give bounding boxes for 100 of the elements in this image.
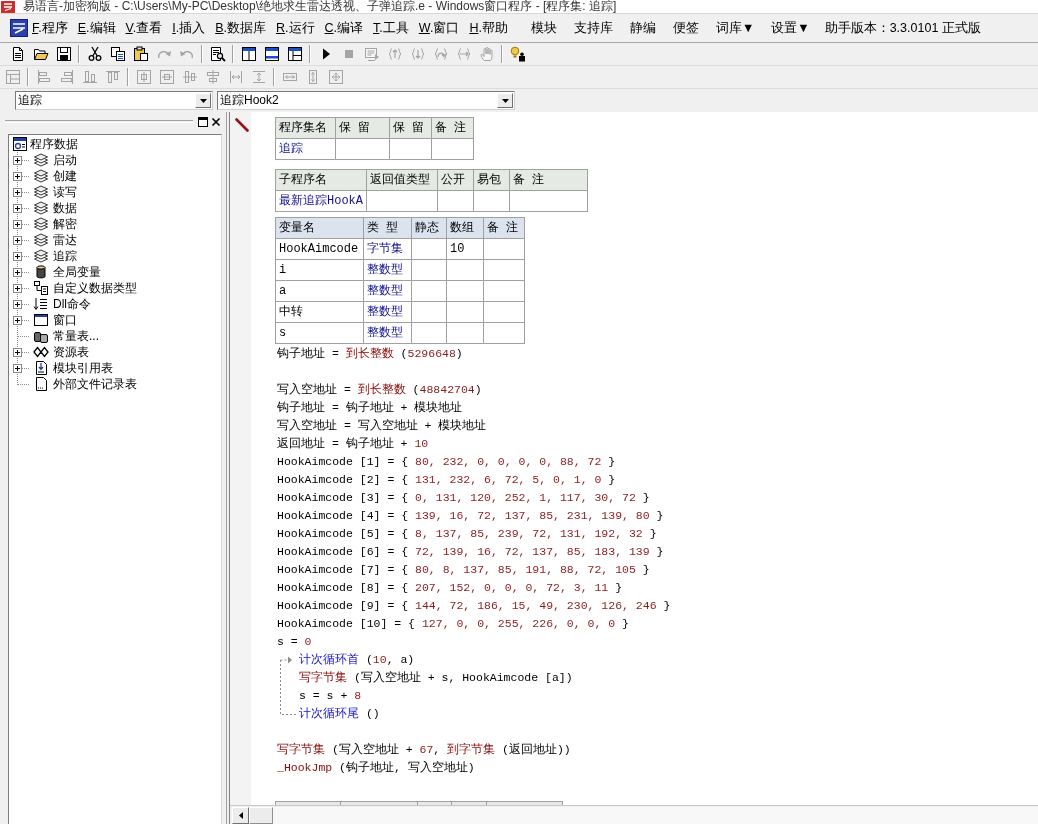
- tree-item[interactable]: 窗口: [53, 312, 77, 328]
- code-line: HookAimcode [6] = { 72, 139, 16, 72, 137, 85, 183, 139 }: [276, 544, 665, 560]
- expand-icon[interactable]: [13, 155, 22, 165]
- code-line: s = 0: [276, 634, 313, 650]
- tree-item[interactable]: 解密: [53, 216, 77, 232]
- column-header: 返回值类型: [366, 169, 438, 191]
- menu-item[interactable]: C.编译: [324, 20, 364, 36]
- table-cell: 整数型: [363, 322, 412, 344]
- code-line: HookAimcode [1] = { 80, 232, 0, 0, 0, 0, 88, 72 }: [276, 454, 617, 470]
- tree-item[interactable]: Dll命令: [53, 296, 91, 312]
- scrollbar-thumb[interactable]: [249, 806, 273, 824]
- menu-item[interactable]: 词库▼: [715, 20, 755, 36]
- tree-item[interactable]: 自定义数据类型: [53, 280, 137, 296]
- dropdown-button[interactable]: [497, 93, 513, 108]
- code-line: 写入空地址 = 到长整数 (48842704): [276, 382, 483, 398]
- code-line: HookAimcode [9] = { 144, 72, 186, 15, 49, 230, 126, 246 }: [276, 598, 672, 614]
- scroll-left-button[interactable]: [232, 806, 249, 824]
- table-cell: 追踪: [275, 138, 336, 160]
- tree-item[interactable]: 数据: [53, 200, 77, 216]
- table-cell: 整数型: [363, 301, 412, 323]
- loop-bracket: [280, 659, 298, 715]
- tree-item[interactable]: 模块引用表: [53, 360, 113, 376]
- diagram-icon: [33, 280, 49, 296]
- menu-item[interactable]: 设置▼: [771, 20, 810, 36]
- menu-item[interactable]: 静编: [629, 20, 656, 36]
- tree-item[interactable]: 全局变量: [53, 264, 101, 280]
- expand-icon[interactable]: [13, 219, 22, 229]
- caret-icon: [501, 98, 509, 103]
- menu-item[interactable]: E.编辑: [77, 20, 116, 36]
- expand-icon[interactable]: [13, 203, 22, 213]
- menu-item[interactable]: 便签: [672, 20, 699, 36]
- code-line: HookAimcode [3] = { 0, 131, 120, 252, 1, 117, 30, 72 }: [276, 490, 651, 506]
- code-line: HookAimcode [5] = { 8, 137, 85, 239, 72, 131, 192, 32 }: [276, 526, 658, 542]
- table-cell: 整数型: [363, 280, 412, 302]
- column-header: 易包: [473, 169, 510, 191]
- code-line: HookAimcode [2] = { 131, 232, 6, 72, 5, 0, 1, 0 }: [276, 472, 617, 488]
- tree-item[interactable]: 雷达: [53, 232, 77, 248]
- tree-item[interactable]: 常量表...: [53, 328, 99, 344]
- column-header: 保 留: [389, 117, 432, 139]
- tree-item[interactable]: 读写: [53, 184, 77, 200]
- table-cell: 中转: [275, 301, 364, 323]
- table-cell: i: [275, 259, 364, 281]
- code-line: 写字节集 (写入空地址 + 67, 到字节集 (返回地址)): [276, 742, 572, 758]
- code-line: 钩子地址 = 到长整数 (5296648): [276, 346, 464, 362]
- dropdown-field[interactable]: 追踪: [15, 91, 213, 110]
- column-header: 保 留: [335, 117, 390, 139]
- menu-item[interactable]: 模块: [530, 20, 557, 36]
- document-arrow-icon: [33, 360, 49, 376]
- code-line: _HookJmp (钩子地址, 写入空地址): [276, 760, 476, 776]
- code-line: 写入空地址 = 写入空地址 + 模块地址: [276, 418, 488, 434]
- code-line: 计次循环尾 (): [299, 706, 381, 722]
- document-icon: [33, 376, 49, 392]
- column-header: 备 注: [483, 217, 525, 239]
- expand-icon[interactable]: [13, 251, 22, 261]
- dropdown-button[interactable]: [195, 93, 211, 108]
- book-stack-icon: [33, 152, 49, 168]
- menu-item[interactable]: W.窗口: [418, 20, 460, 36]
- book-stack-icon: [33, 200, 49, 216]
- column-header: 公开: [437, 169, 474, 191]
- code-line: 计次循环首 (10, a): [299, 652, 416, 668]
- menu-item[interactable]: F.程序: [32, 20, 68, 36]
- code-line: 写字节集 (写入空地址 + s, HookAimcode [a]): [299, 670, 573, 686]
- window-icon: [33, 312, 49, 328]
- menu-item[interactable]: V.查看: [125, 20, 163, 36]
- menu-item[interactable]: R.运行: [276, 20, 315, 36]
- expand-icon[interactable]: [13, 171, 22, 181]
- tree-item[interactable]: 创建: [53, 168, 77, 184]
- code-line: HookAimcode [4] = { 139, 16, 72, 137, 85, 231, 139, 80 }: [276, 508, 665, 524]
- column-header: 程序集名: [275, 117, 336, 139]
- expand-icon[interactable]: [13, 315, 22, 325]
- window-title: 易语言-加密狗版 - C:\Users\My-PC\Desktop\绝地求生雷达透视、子弹追踪.e - Windows窗口程序 - [程序集: 追踪]: [23, 0, 617, 13]
- caret-icon: [199, 98, 207, 103]
- close-icon[interactable]: [211, 116, 221, 127]
- tree-item[interactable]: 外部文件记录表: [53, 376, 137, 392]
- expand-icon[interactable]: [13, 299, 22, 309]
- code-line: HookAimcode [10] = { 127, 0, 0, 255, 226, 0, 0, 0 }: [276, 616, 630, 632]
- version-label: 助手版本：3.3.0101 正式版: [824, 20, 981, 36]
- expand-icon[interactable]: [13, 267, 22, 277]
- pencil-icon: [235, 118, 249, 132]
- menu-item[interactable]: H.帮助: [469, 20, 508, 36]
- expand-icon[interactable]: [13, 283, 22, 293]
- column-header: 数组: [446, 217, 484, 239]
- tree-item[interactable]: 资源表: [53, 344, 89, 360]
- code-line: 返回地址 = 钩子地址 + 10: [276, 436, 430, 452]
- menu-item[interactable]: T.工具: [373, 20, 409, 36]
- tree-item[interactable]: 程序数据: [30, 136, 78, 152]
- left-arrow-icon: [238, 811, 243, 819]
- maximize-icon[interactable]: [198, 116, 208, 127]
- tree-item[interactable]: 追踪: [53, 248, 77, 264]
- menu-item[interactable]: B.数据库: [215, 20, 267, 36]
- expand-icon[interactable]: [13, 347, 22, 357]
- expand-icon[interactable]: [13, 235, 22, 245]
- tree-item[interactable]: 启动: [53, 152, 77, 168]
- menu-item[interactable]: 支持库: [573, 20, 613, 36]
- expand-icon[interactable]: [13, 363, 22, 373]
- expand-icon[interactable]: [13, 187, 22, 197]
- dropdown-field[interactable]: 追踪Hook2: [217, 91, 515, 110]
- menu-item[interactable]: I.插入: [172, 20, 206, 36]
- book-stack-icon: [33, 168, 49, 184]
- table-cell: 字节集: [363, 238, 412, 260]
